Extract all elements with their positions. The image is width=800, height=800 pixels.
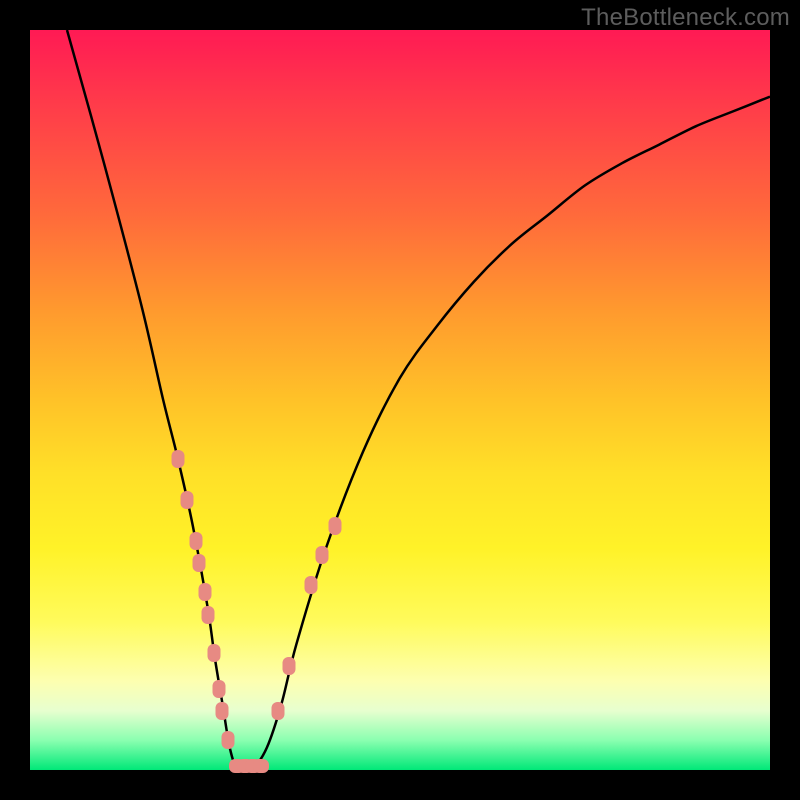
data-marker [316, 546, 329, 564]
plot-area [30, 30, 770, 770]
curve-svg [30, 30, 770, 770]
watermark-text: TheBottleneck.com [581, 4, 790, 32]
data-marker [172, 450, 185, 468]
data-marker [201, 606, 214, 624]
data-marker [212, 680, 225, 698]
data-marker [180, 491, 193, 509]
data-marker [283, 657, 296, 675]
data-marker [189, 532, 202, 550]
data-marker [305, 576, 318, 594]
bottleneck-curve [67, 30, 770, 770]
chart-frame: TheBottleneck.com [0, 0, 800, 800]
data-marker [207, 644, 220, 662]
data-marker [192, 554, 205, 572]
data-marker [198, 583, 211, 601]
data-marker [222, 731, 235, 749]
data-marker [271, 702, 284, 720]
data-marker [216, 702, 229, 720]
data-marker [253, 759, 269, 773]
data-marker [328, 517, 341, 535]
